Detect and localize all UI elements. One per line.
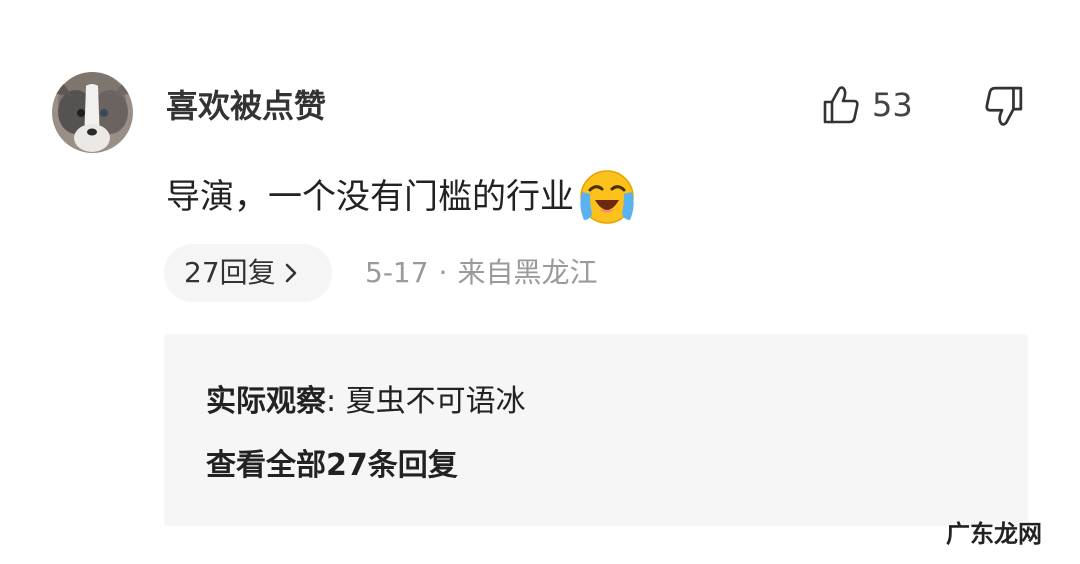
username[interactable]: 喜欢被点赞 <box>166 86 326 126</box>
thumbs-down-icon <box>985 86 1023 126</box>
reply-text: 夏虫不可语冰 <box>336 384 526 419</box>
reply-preview-panel[interactable]: 实际观察: 夏虫不可语冰 查看全部27条回复 <box>164 334 1028 526</box>
thumbs-up-icon <box>823 86 859 124</box>
meta-separator: · <box>438 256 448 289</box>
watermark: 广东龙网 <box>946 520 1042 548</box>
reply-author[interactable]: 实际观察 <box>206 384 326 419</box>
chevron-right-icon <box>285 263 296 283</box>
reply-colon: : <box>326 384 337 419</box>
reply-preview-item[interactable]: 实际观察: 夏虫不可语冰 <box>206 382 526 422</box>
like-button[interactable]: 53 <box>822 82 913 128</box>
dog-avatar-image <box>52 72 133 153</box>
avatar[interactable] <box>52 72 133 153</box>
view-all-replies-link[interactable]: 查看全部27条回复 <box>206 446 458 486</box>
comment-meta: 5-17 · 来自黑龙江 <box>365 255 597 291</box>
replies-count-label: 27回复 <box>184 256 276 289</box>
comment-text: 导演，一个没有门槛的行业 <box>166 177 574 217</box>
loudly-crying-face-icon <box>578 168 636 226</box>
comment-location: 来自黑龙江 <box>457 256 598 289</box>
comment-body: 导演，一个没有门槛的行业 <box>166 168 636 226</box>
view-replies-button[interactable]: 27回复 <box>164 244 332 302</box>
like-count: 53 <box>872 86 913 124</box>
dislike-button[interactable] <box>984 84 1024 128</box>
comment-date: 5-17 <box>365 256 429 289</box>
